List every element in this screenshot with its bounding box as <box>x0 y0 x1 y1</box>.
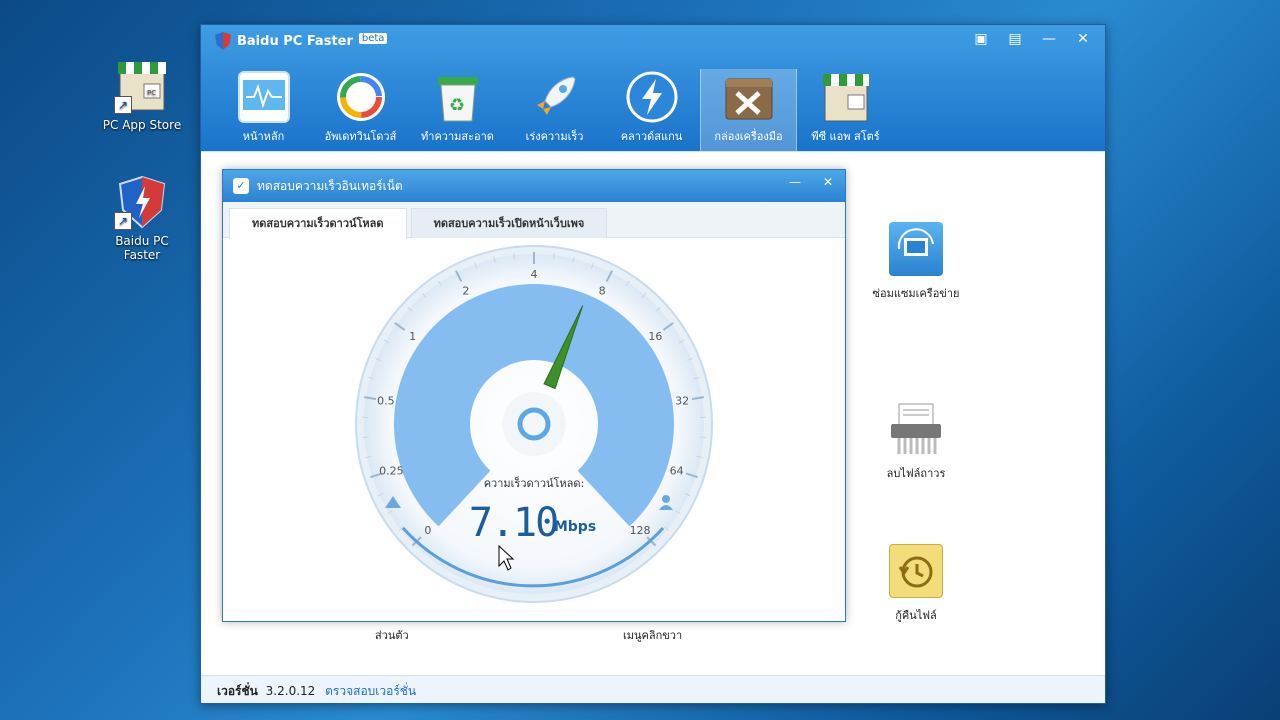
check-version-link[interactable]: ตรวจสอบเวอร์ชั่น <box>325 684 416 698</box>
toolbar-toolbox[interactable]: กล่องเครื่องมือ <box>700 69 797 151</box>
svg-text:PC: PC <box>147 89 156 97</box>
app-logo-icon <box>215 32 231 50</box>
gauge-minor-tick <box>513 253 515 260</box>
monitor-pulse-icon <box>237 71 290 123</box>
file-recovery-icon <box>889 544 943 598</box>
dialog-title: ทดสอบความเร็วอินเทอร์เน็ต <box>257 178 403 193</box>
lightning-icon <box>626 71 678 123</box>
svg-text:♻: ♻ <box>449 95 465 116</box>
shortcut-arrow-icon: ↗ <box>114 212 132 230</box>
bottom-label-personal: ส่วนตัว <box>375 629 409 642</box>
gauge-tick-label: 0 <box>424 524 431 537</box>
speed-gauge: 0 0.25 0.5 1 2 4 8 16 32 64 128 ความเร็วดาวน์โหลด:… <box>355 245 713 603</box>
toolbar-speedup[interactable]: เร่งความเร็ว <box>506 69 603 151</box>
feedback-icon[interactable]: ▣ <box>969 29 993 49</box>
baidu-shield-icon: ↗ <box>114 174 170 230</box>
dialog-controls: — ✕ <box>789 175 833 189</box>
gauge-label: ความเร็วดาวน์โหลด: <box>484 476 585 490</box>
tool-label: ลบไฟล์ถาวร <box>886 467 946 480</box>
gauge-tick-label: 0.5 <box>377 395 395 408</box>
tab-webpage-speed[interactable]: ทดสอบความเร็วเปิดหน้าเว็บเพจ <box>410 208 608 238</box>
toolbar-label: พีซี แอพ สโตร์ <box>811 130 880 143</box>
app-title-bar: Baidu PC Faster beta <box>215 32 388 50</box>
toolbar-label: อัพเดทวินโดวส์ <box>324 130 397 143</box>
tool-label: ซ่อมแซมเครือข่าย <box>872 287 960 300</box>
dialog-close-button[interactable]: ✕ <box>823 175 833 189</box>
status-bar: เวอร์ชั่น 3.2.0.12 ตรวจสอบเวอร์ชั่น <box>201 675 1105 703</box>
gauge-tick-label: 2 <box>462 284 469 297</box>
gauge-user-icon <box>662 495 670 503</box>
desktop-icon-label: Baidu PC Faster <box>115 234 169 262</box>
gauge-tick-label: 64 <box>670 464 684 477</box>
shortcut-arrow-icon: ↗ <box>114 96 132 114</box>
speed-test-dialog: ✓ ทดสอบความเร็วอินเทอร์เน็ต — ✕ ทดสอบควา… <box>222 169 846 622</box>
speed-test-icon: ✓ <box>233 178 249 194</box>
toolbar-label: คลาวด์สแกน <box>620 130 683 143</box>
tool-shred-file[interactable]: ลบไฟล์ถาวร <box>861 402 971 482</box>
main-toolbar: หน้าหลัก อัพเดทวินโดวส์ ♻ ทำความสะอาด เร… <box>201 69 894 151</box>
gauge-tick-label: 4 <box>531 268 538 281</box>
desktop-icon-pc-app-store[interactable]: PC ↗ PC App Store <box>92 58 192 132</box>
desktop-icon-baidu-pc-faster[interactable]: ↗ Baidu PC Faster <box>92 174 192 262</box>
store-icon: PC ↗ <box>114 58 170 114</box>
gauge-tick-label: 16 <box>648 330 662 343</box>
dialog-title-bar: ✓ ทดสอบความเร็วอินเทอร์เน็ต — ✕ <box>223 170 845 202</box>
toolbar-app-store[interactable]: พีซี แอพ สโตร์ <box>797 69 894 151</box>
app-title: Baidu PC Faster <box>237 33 353 49</box>
tool-file-recovery[interactable]: กู้คืนไฟล์ <box>861 544 971 624</box>
minimize-button[interactable]: — <box>1037 29 1061 49</box>
dialog-tabs: ทดสอบความเร็วดาวน์โหลด ทดสอบความเร็วเปิด… <box>223 202 845 239</box>
bottom-label-context-menu: เมนูคลิกขวา <box>623 629 683 642</box>
toolbar-cloud-scan[interactable]: คลาวด์สแกน <box>603 69 700 151</box>
gauge-tick-label: 0.25 <box>379 464 404 477</box>
main-header: Baidu PC Faster beta ▣ ▤ — ✕ หน้าหลัก อั… <box>201 25 1105 151</box>
close-button[interactable]: ✕ <box>1071 29 1095 49</box>
network-repair-icon <box>889 222 943 276</box>
toolbox-icon <box>723 71 775 123</box>
gauge-tick-label: 32 <box>675 395 689 408</box>
recycle-bin-icon: ♻ <box>432 71 484 123</box>
version-label: เวอร์ชั่น <box>217 684 258 698</box>
gauge-tick-label: 1 <box>409 330 416 343</box>
speed-unit: Mbps <box>554 519 596 535</box>
update-ring-icon <box>335 71 387 123</box>
speed-value: 7.10 <box>469 500 557 546</box>
gauge-hub-base <box>502 392 566 456</box>
toolbar-home[interactable]: หน้าหลัก <box>215 69 312 151</box>
desktop-icon-label: PC App Store <box>102 118 182 132</box>
tool-network-repair[interactable]: ซ่อมแซมเครือข่าย <box>861 222 971 302</box>
rocket-icon <box>529 71 581 123</box>
gauge-minor-tick <box>553 253 555 260</box>
toolbar-label: ทำความสะอาด <box>421 130 494 143</box>
window-controls: ▣ ▤ — ✕ <box>969 29 1095 49</box>
toolbar-clean[interactable]: ♻ ทำความสะอาด <box>409 69 506 151</box>
beta-badge: beta <box>358 32 388 44</box>
toolbar-label: เร่งความเร็ว <box>525 130 584 143</box>
gauge-tick-label: 128 <box>630 524 651 537</box>
menu-icon[interactable]: ▤ <box>1003 29 1027 49</box>
shredder-icon <box>889 402 943 456</box>
gauge-tick-label: 8 <box>599 284 606 297</box>
toolbar-update-windows[interactable]: อัพเดทวินโดวส์ <box>312 69 409 151</box>
tool-label: กู้คืนไฟล์ <box>895 609 937 622</box>
store-icon <box>820 71 872 123</box>
version-number: 3.2.0.12 <box>265 684 316 698</box>
toolbar-label: กล่องเครื่องมือ <box>714 130 783 143</box>
toolbar-label: หน้าหลัก <box>242 130 285 143</box>
dialog-minimize-button[interactable]: — <box>789 175 801 189</box>
tab-download-speed[interactable]: ทดสอบความเร็วดาวน์โหลด <box>229 208 407 239</box>
